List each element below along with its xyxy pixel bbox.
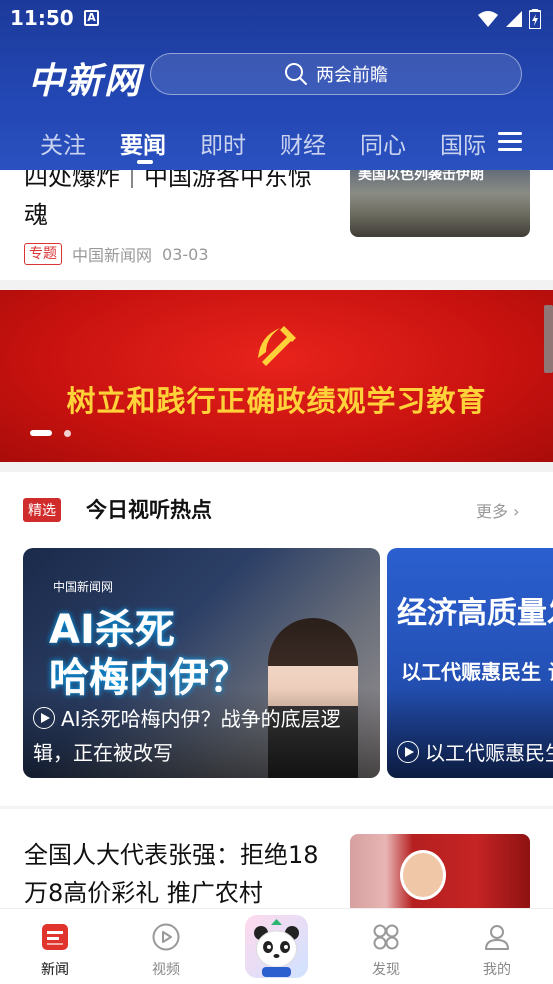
thumbnail-face bbox=[400, 850, 446, 900]
signal-icon bbox=[506, 11, 522, 27]
news-title[interactable]: 全国人大代表张强：拒绝18万8高价彩礼 推广农村 bbox=[24, 836, 324, 912]
scrollbar[interactable] bbox=[544, 305, 553, 373]
party-emblem-icon bbox=[258, 326, 296, 366]
app-screen: 11:50 A 中新网 两会前瞻 关注 要闻 即时 财经 同心 国际 四处爆炸｜… bbox=[0, 0, 553, 984]
nav-label: 我的 bbox=[483, 962, 511, 978]
status-time: 11:50 bbox=[10, 6, 74, 30]
divider bbox=[0, 806, 553, 809]
promo-banner[interactable]: 树立和践行正确政绩观学习教育 bbox=[0, 290, 553, 462]
wifi-icon bbox=[478, 11, 498, 27]
tab-tongxin[interactable]: 同心 bbox=[360, 126, 406, 160]
video-caption-text: 以工代赈惠民生 让钱袋子”鼓起来 bbox=[425, 741, 553, 765]
news-title: 四处爆炸｜中国游客中东惊魂 bbox=[24, 170, 312, 229]
nav-label: 新闻 bbox=[41, 962, 69, 978]
panda-icon[interactable] bbox=[245, 915, 308, 978]
nav-label: 视频 bbox=[152, 962, 180, 978]
bottom-nav: 新闻 视频 发现 我的 bbox=[0, 908, 553, 984]
search-bar[interactable]: 两会前瞻 bbox=[150, 53, 522, 95]
play-icon bbox=[397, 741, 419, 763]
news-item-top[interactable]: 四处爆炸｜中国游客中东惊魂 专题 中国新闻网 03-03 美国以色列袭击伊朗 bbox=[0, 170, 553, 280]
nav-discover[interactable]: 发现 bbox=[346, 923, 426, 979]
play-icon bbox=[33, 707, 55, 729]
status-bar: 11:50 A bbox=[0, 0, 553, 38]
tab-guanzhu[interactable]: 关注 bbox=[40, 126, 86, 160]
nav-news[interactable]: 新闻 bbox=[15, 923, 95, 979]
topic-tag: 专题 bbox=[24, 243, 62, 265]
profile-icon bbox=[485, 925, 509, 950]
nav-video[interactable]: 视频 bbox=[126, 923, 206, 979]
search-placeholder: 两会前瞻 bbox=[316, 65, 388, 86]
discover-icon bbox=[373, 924, 399, 950]
channel-tabs: 关注 要闻 即时 财经 同心 国际 bbox=[0, 120, 553, 164]
carousel-dot[interactable] bbox=[64, 430, 71, 437]
video-card[interactable]: 经济高质量发展 以工代赈惠民生 让 以工代赈惠民生 让钱袋子”鼓起来 bbox=[387, 548, 553, 778]
tab-caijing[interactable]: 财经 bbox=[280, 126, 326, 160]
more-link[interactable]: 更多 › bbox=[476, 498, 520, 522]
search-icon bbox=[285, 63, 307, 85]
video-overlay-title: 经济高质量发展 bbox=[397, 596, 553, 631]
section-title: 今日视听热点 bbox=[86, 498, 212, 522]
section-header: 精选 今日视听热点 更多 › bbox=[0, 488, 553, 528]
news-source: 中国新闻网 bbox=[72, 246, 153, 265]
news-thumbnail: 美国以色列袭击伊朗 bbox=[350, 170, 530, 237]
news-date: 03-03 bbox=[162, 244, 209, 264]
video-card[interactable]: 中国新闻网 AI杀死 哈梅内伊？ AI杀死哈梅内伊？战争的底层逻辑，正在被改写 bbox=[23, 548, 380, 778]
news-meta: 专题 中国新闻网 03-03 bbox=[24, 242, 209, 266]
notification-icon: A bbox=[84, 10, 99, 26]
video-caption-text: AI杀死哈梅内伊？战争的底层逻辑，正在被改写 bbox=[33, 707, 341, 765]
featured-badge: 精选 bbox=[23, 498, 61, 522]
news-thumbnail[interactable] bbox=[350, 834, 530, 914]
app-logo[interactable]: 中新网 bbox=[28, 52, 142, 104]
carousel-dot-active[interactable] bbox=[30, 430, 52, 436]
thumbnail-caption: 美国以色列袭击伊朗 bbox=[358, 170, 484, 183]
nav-label: 发现 bbox=[372, 962, 400, 978]
tab-jishi[interactable]: 即时 bbox=[200, 126, 246, 160]
divider bbox=[0, 280, 553, 290]
divider bbox=[0, 462, 553, 472]
video-icon bbox=[152, 923, 180, 951]
video-overlay-logo: 中国新闻网 bbox=[53, 580, 114, 594]
nav-profile[interactable]: 我的 bbox=[457, 923, 537, 979]
tab-guoji[interactable]: 国际 bbox=[440, 126, 486, 160]
video-caption: 以工代赈惠民生 让钱袋子”鼓起来 bbox=[397, 736, 553, 770]
tab-yaowen[interactable]: 要闻 bbox=[120, 126, 166, 160]
status-icons bbox=[477, 9, 541, 29]
more-label: 更多 bbox=[476, 502, 509, 521]
battery-icon bbox=[529, 9, 541, 29]
active-tab-indicator bbox=[137, 160, 153, 164]
menu-icon[interactable] bbox=[498, 132, 522, 152]
header: 11:50 A 中新网 两会前瞻 关注 要闻 即时 财经 同心 国际 bbox=[0, 0, 553, 170]
banner-title: 树立和践行正确政绩观学习教育 bbox=[66, 384, 487, 418]
chevron-right-icon: › bbox=[513, 502, 520, 521]
video-overlay-subtitle: 以工代赈惠民生 让 bbox=[401, 660, 553, 684]
news-icon bbox=[42, 924, 68, 950]
panda-mascot bbox=[254, 919, 299, 977]
video-caption: AI杀死哈梅内伊？战争的底层逻辑，正在被改写 bbox=[33, 702, 373, 770]
